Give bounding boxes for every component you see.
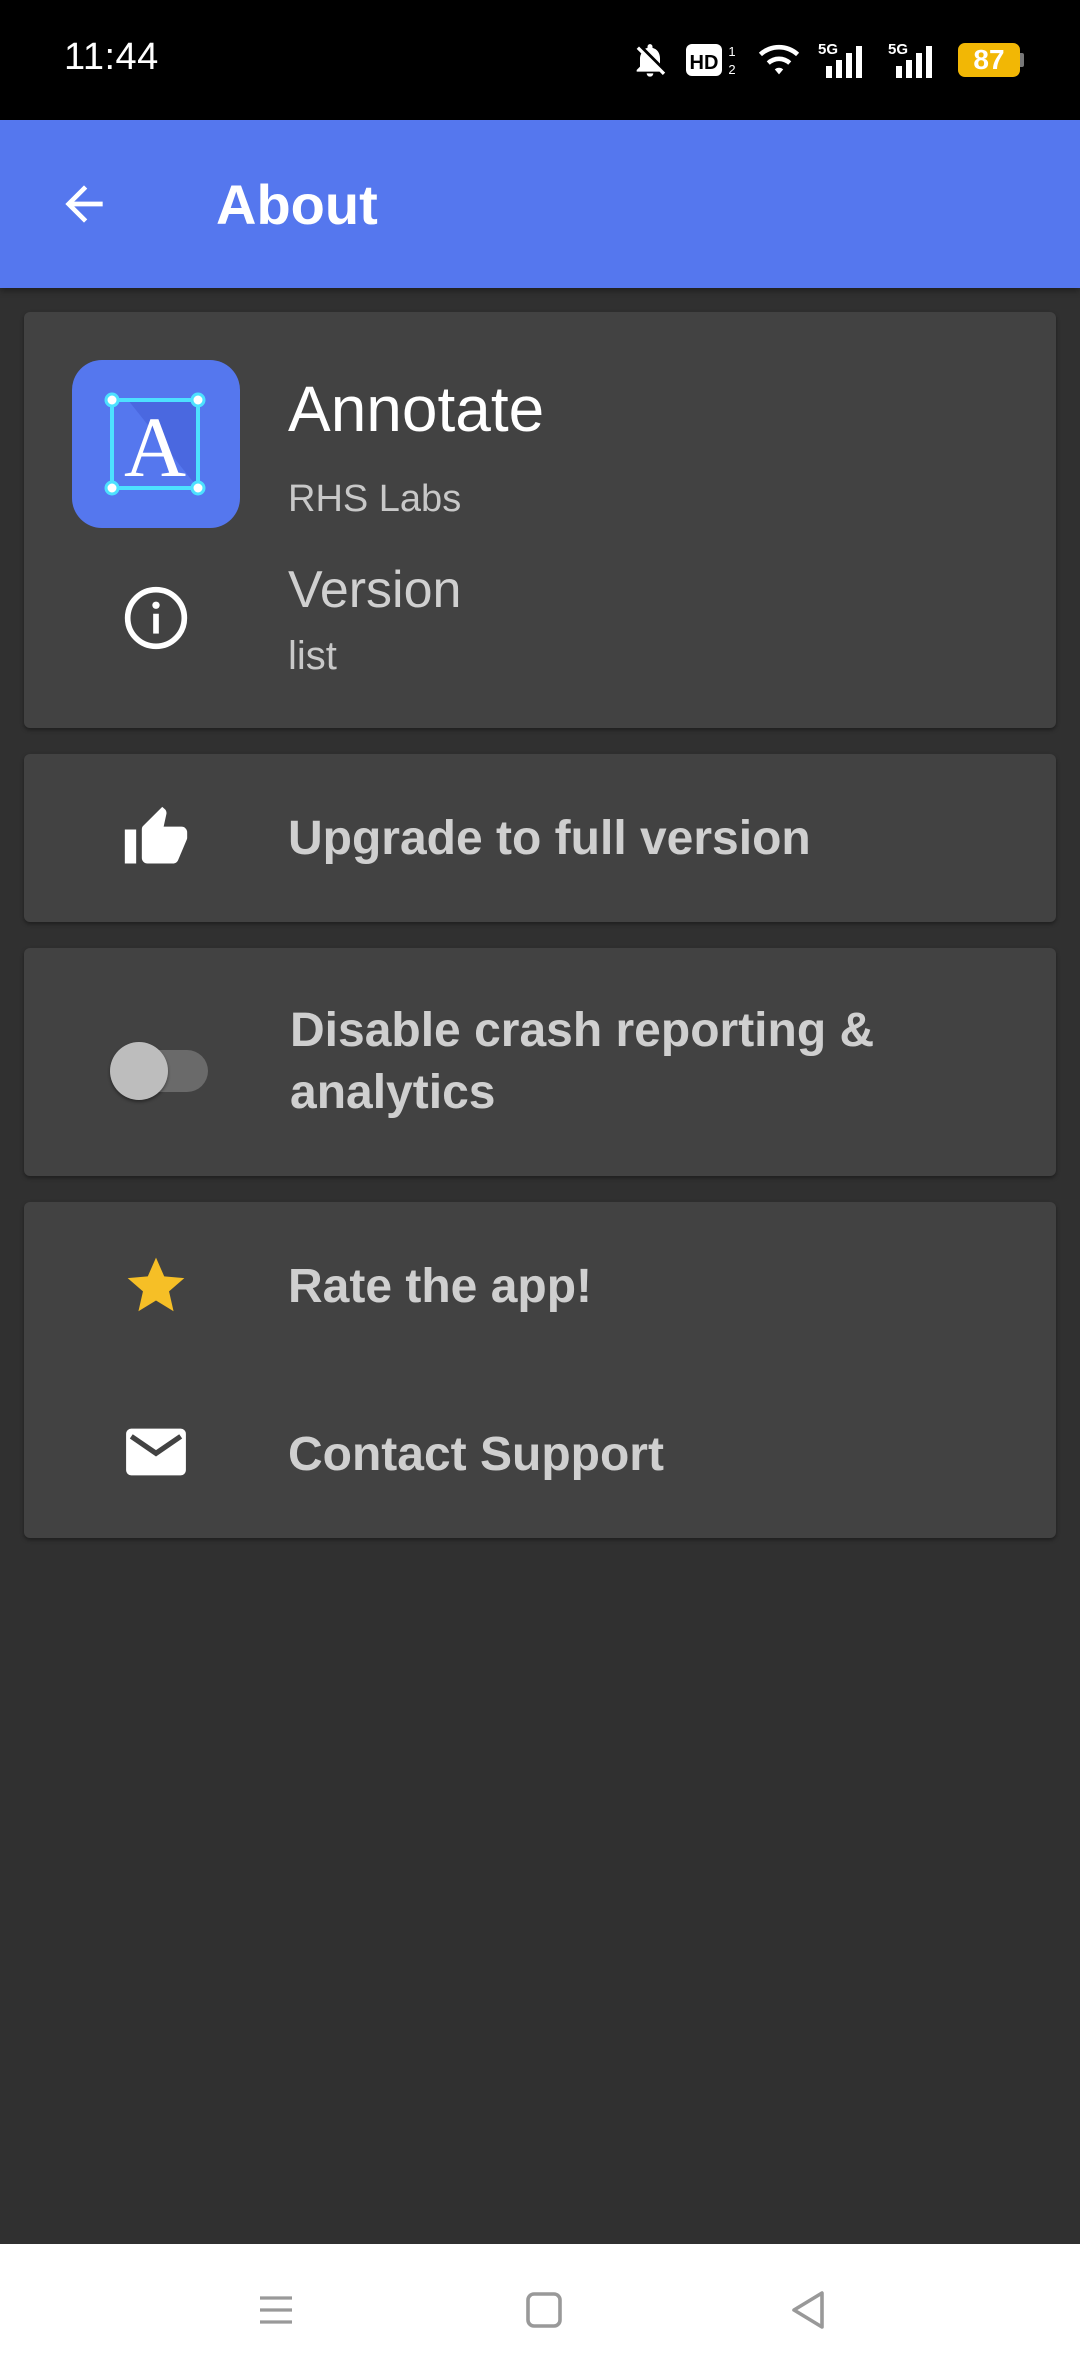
battery-icon: 87 [958,43,1024,77]
app-developer: RHS Labs [288,478,462,520]
links-card: Rate the app! Contact Support [24,1202,1056,1538]
system-nav-bar [0,2244,1080,2376]
version-value: list [288,634,337,678]
svg-text:1: 1 [728,44,735,59]
info-icon [122,584,190,652]
svg-text:5G: 5G [888,41,908,58]
svg-text:2: 2 [728,62,735,77]
app-bar: About [0,120,1080,288]
menu-icon [260,2296,292,2324]
home-square-icon [526,2292,562,2328]
hd-voice-icon: HD 1 2 [686,40,740,80]
back-nav-button[interactable] [776,2278,840,2342]
crash-reporting-label: Disable crash reporting & analytics [290,1000,874,1124]
thumb-up-icon [122,804,190,872]
back-triangle-icon [792,2291,824,2329]
toggle-thumb [110,1042,168,1100]
recents-button[interactable] [244,2278,308,2342]
app-logo-icon: A [72,360,240,528]
wifi-icon [756,40,802,80]
arrow-back-icon [65,185,103,223]
svg-text:5G: 5G [818,41,838,58]
contact-support-label: Contact Support [288,1428,664,1481]
battery-level: 87 [958,43,1020,77]
svg-text:HD: HD [690,52,719,74]
star-icon [122,1252,190,1320]
app-info-card: A Annotate RHS Labs Version list [24,312,1056,728]
upgrade-label: Upgrade to full version [288,812,811,865]
version-label: Version [288,561,462,619]
bell-off-icon [630,40,670,80]
home-button[interactable] [512,2278,576,2342]
crash-reporting-label-line1: Disable crash reporting & [290,1004,875,1057]
upgrade-button[interactable]: Upgrade to full version [24,754,1056,922]
app-name: Annotate [288,373,545,445]
signal-5g-icon: 5G [888,40,942,80]
contact-support-button[interactable]: Contact Support [24,1370,1056,1538]
crash-reporting-toggle[interactable] [106,1028,226,1100]
status-bar: 11:44 HD 1 2 5G 5G 87 [0,0,1080,120]
page-title: About [216,173,378,236]
crash-reporting-row[interactable]: Disable crash reporting & analytics [24,948,1056,1176]
signal-5g-icon: 5G [818,40,872,80]
status-icons: HD 1 2 5G 5G 87 [630,38,1024,82]
crash-reporting-label-line2: analytics [290,1066,496,1119]
rate-app-label: Rate the app! [288,1260,593,1313]
status-time: 11:44 [64,36,159,78]
back-button[interactable] [44,164,124,244]
mail-icon [122,1418,190,1486]
rate-app-button[interactable]: Rate the app! [24,1202,1056,1370]
svg-text:A: A [124,399,186,495]
